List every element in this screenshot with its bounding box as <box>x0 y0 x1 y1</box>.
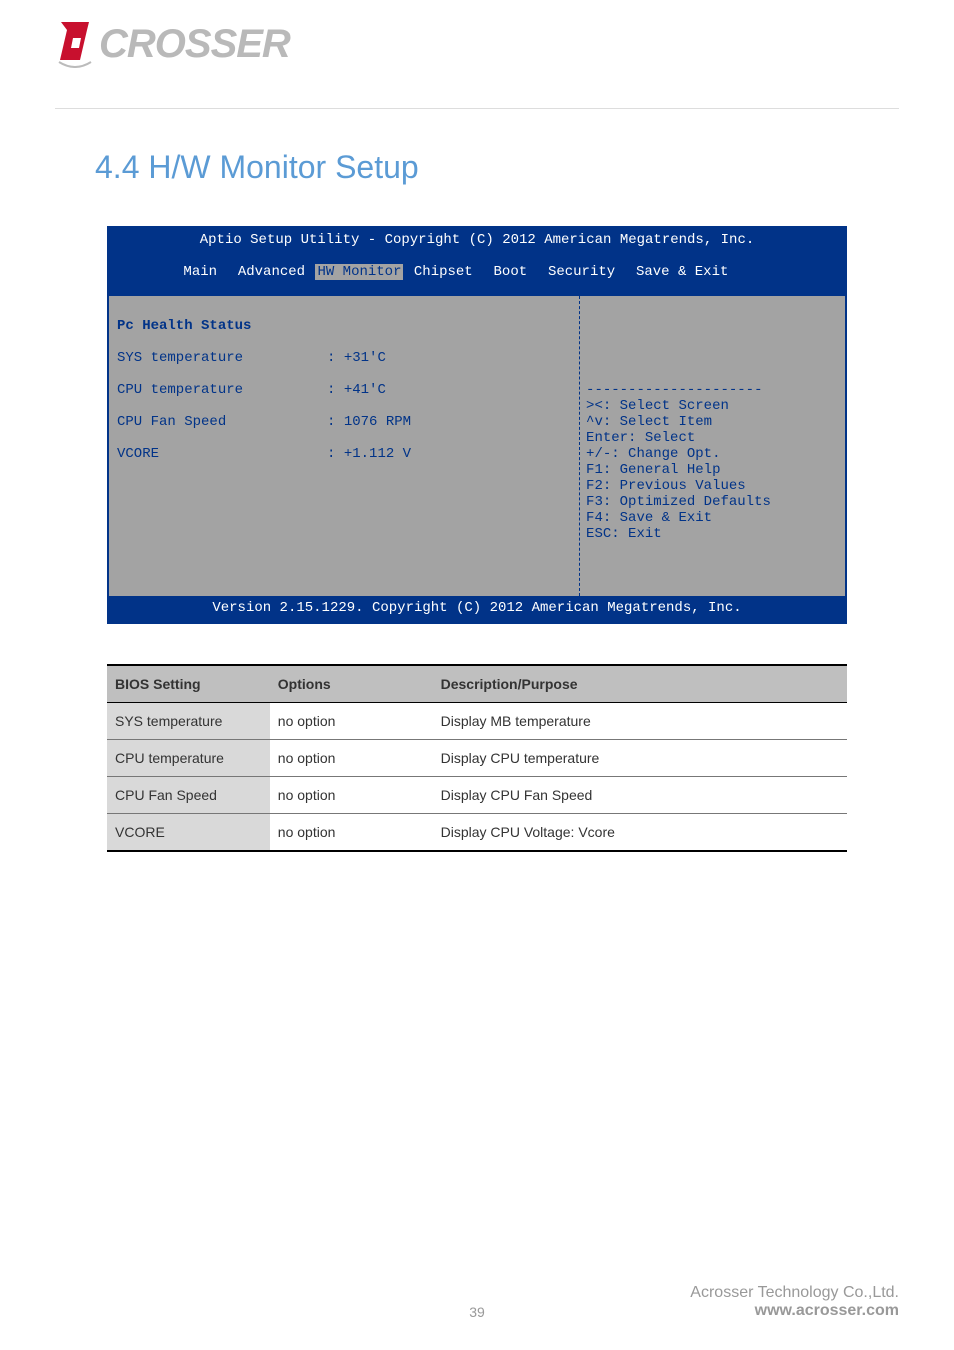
help-line: F4: Save & Exit <box>586 510 712 526</box>
help-line: ESC: Exit <box>586 526 662 542</box>
company-name: Acrosser Technology Co.,Ltd. <box>690 1284 899 1302</box>
cell: no option <box>270 814 433 852</box>
label: VCORE <box>117 446 159 462</box>
value: : +41'C <box>327 382 386 398</box>
cell: SYS temperature <box>107 703 270 740</box>
table-row: CPU temperature no option Display CPU te… <box>107 740 847 777</box>
row-sys-temp: SYS temperature : +31'C <box>117 350 571 366</box>
help-line: +/-: Change Opt. <box>586 446 720 462</box>
table-row: CPU Fan Speed no option Display CPU Fan … <box>107 777 847 814</box>
bios-footer: Version 2.15.1229. Copyright (C) 2012 Am… <box>109 596 845 622</box>
col-bios-setting: BIOS Setting <box>107 665 270 703</box>
cell: Display CPU Voltage: Vcore <box>433 814 847 852</box>
value: : 1076 RPM <box>327 414 411 430</box>
help-line: ^v: Select Item <box>586 414 712 430</box>
help-line: F1: General Help <box>586 462 720 478</box>
help-line: Enter: Select <box>586 430 695 446</box>
cell: no option <box>270 703 433 740</box>
tab-hw-monitor[interactable]: HW Monitor <box>315 264 403 280</box>
logo-word: CROSSER <box>99 22 290 67</box>
cell: Display MB temperature <box>433 703 847 740</box>
tab-save-exit[interactable]: Save & Exit <box>634 264 730 280</box>
tab-chipset[interactable]: Chipset <box>412 264 475 280</box>
bios-screenshot: Aptio Setup Utility - Copyright (C) 2012… <box>107 226 847 624</box>
acrosser-a-icon <box>55 20 95 68</box>
document-page: CROSSER 4.4 H/W Monitor Setup Aptio Setu… <box>0 0 954 1350</box>
row-vcore: VCORE : +1.112 V <box>117 446 571 462</box>
cell: Display CPU Fan Speed <box>433 777 847 814</box>
logo: CROSSER <box>55 20 899 68</box>
value: : +1.112 V <box>327 446 411 462</box>
table-header-row: BIOS Setting Options Description/Purpose <box>107 665 847 703</box>
help-line: F3: Optimized Defaults <box>586 494 771 510</box>
table-row: SYS temperature no option Display MB tem… <box>107 703 847 740</box>
cell: CPU temperature <box>107 740 270 777</box>
row-cpu-temp: CPU temperature : +41'C <box>117 382 571 398</box>
page-number: 39 <box>469 1304 485 1320</box>
help-line: ><: Select Screen <box>586 398 729 414</box>
company-url: www.acrosser.com <box>690 1302 899 1320</box>
bios-body: Pc Health Status SYS temperature : +31'C… <box>109 296 845 596</box>
tab-main[interactable]: Main <box>181 264 219 280</box>
table-row: VCORE no option Display CPU Voltage: Vco… <box>107 814 847 852</box>
cell: no option <box>270 777 433 814</box>
divider <box>55 108 899 109</box>
bios-title: Aptio Setup Utility - Copyright (C) 2012… <box>109 228 845 248</box>
cell: CPU Fan Speed <box>107 777 270 814</box>
bios-right-pane: --------------------- ><: Select Screen … <box>580 296 845 596</box>
label: CPU Fan Speed <box>117 414 226 430</box>
help-line: F2: Previous Values <box>586 478 746 494</box>
col-description: Description/Purpose <box>433 665 847 703</box>
value: : +31'C <box>327 350 386 366</box>
pc-health-title: Pc Health Status <box>117 318 251 334</box>
bios-left-pane: Pc Health Status SYS temperature : +31'C… <box>109 296 580 596</box>
row-cpu-fan: CPU Fan Speed : 1076 RPM <box>117 414 571 430</box>
spec-table: BIOS Setting Options Description/Purpose… <box>107 664 847 852</box>
label: CPU temperature <box>117 382 243 398</box>
tab-security[interactable]: Security <box>546 264 617 280</box>
spec-table-wrap: BIOS Setting Options Description/Purpose… <box>107 664 847 852</box>
section-heading: 4.4 H/W Monitor Setup <box>95 149 899 186</box>
tab-advanced[interactable]: Advanced <box>236 264 307 280</box>
label: SYS temperature <box>117 350 243 366</box>
cell: VCORE <box>107 814 270 852</box>
col-options: Options <box>270 665 433 703</box>
footer: Acrosser Technology Co.,Ltd. www.acrosse… <box>690 1284 899 1320</box>
cell: Display CPU temperature <box>433 740 847 777</box>
bios-menu-bar: Main Advanced HW Monitor Chipset Boot Se… <box>109 248 845 296</box>
cell: no option <box>270 740 433 777</box>
tab-boot[interactable]: Boot <box>492 264 530 280</box>
